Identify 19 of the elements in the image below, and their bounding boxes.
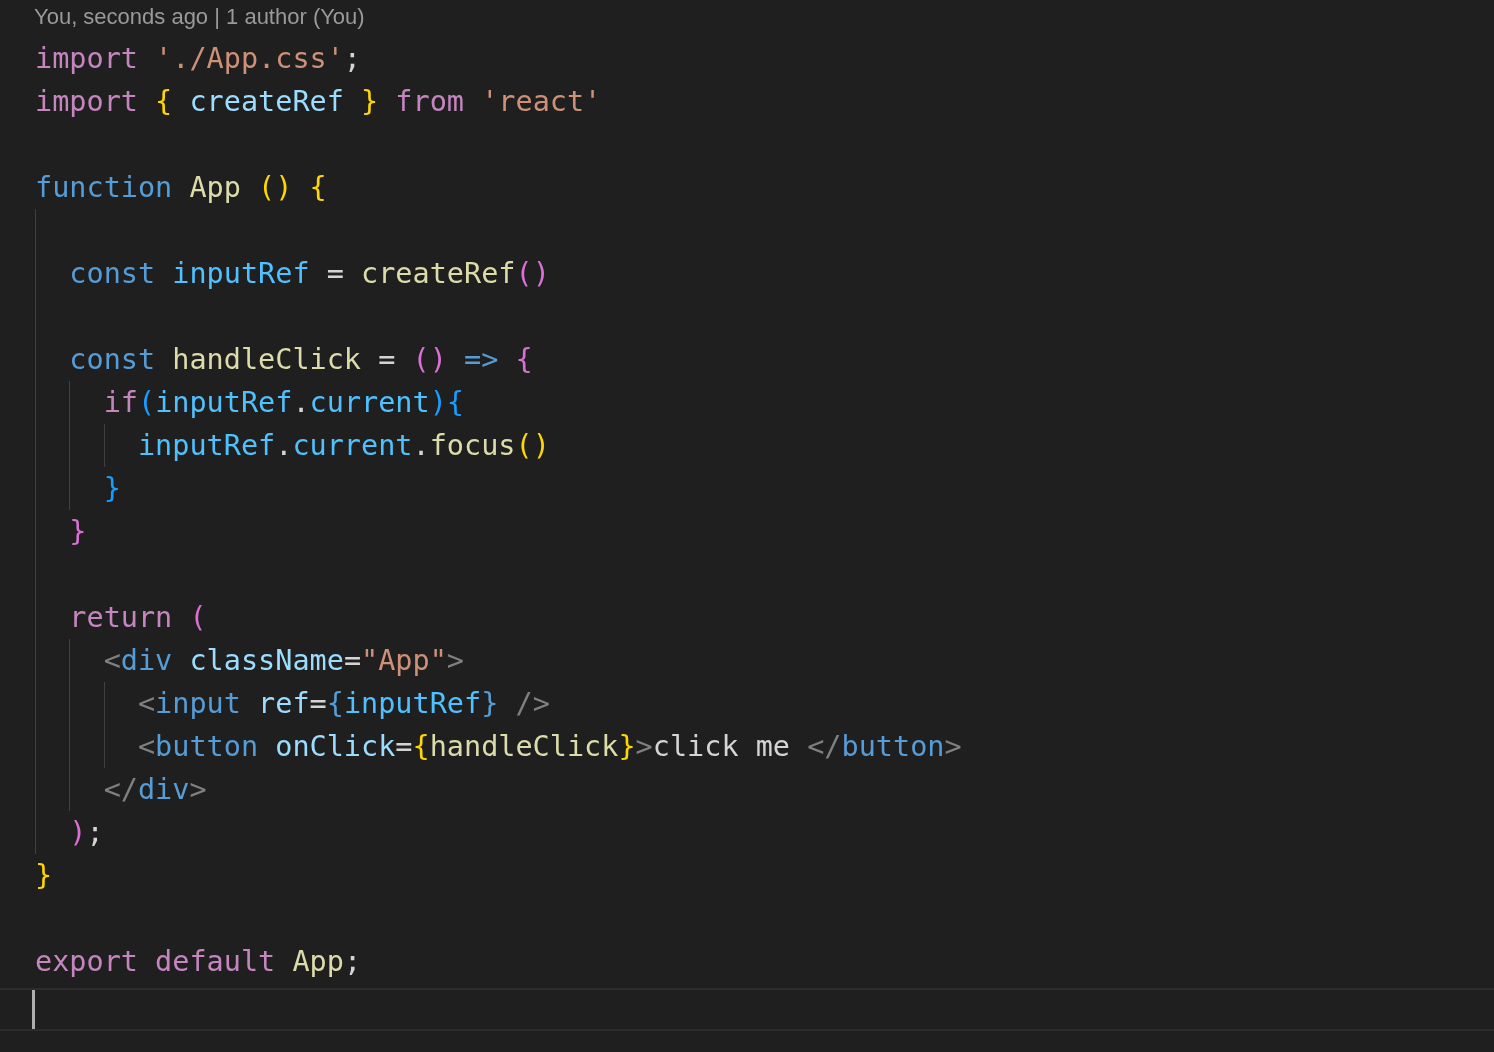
code-line: } xyxy=(102,471,121,507)
code-line: inputRef.current.focus() xyxy=(136,428,550,464)
code-line: function App () { xyxy=(35,170,327,206)
code-line: import './App.css'; xyxy=(35,41,362,77)
code-line: } xyxy=(35,858,53,894)
text-cursor xyxy=(32,990,35,1029)
code-line: <input ref={inputRef} /> xyxy=(136,686,550,722)
code-line: const handleClick = () => { xyxy=(68,342,533,378)
code-line: </div> xyxy=(102,772,207,808)
code-line: if(inputRef.current){ xyxy=(102,385,464,421)
blame-annotation: You, seconds ago | 1 author (You) xyxy=(33,3,366,31)
code-line: const inputRef = createRef() xyxy=(68,256,550,292)
code-line: return ( xyxy=(68,600,207,636)
code-line: export default App; xyxy=(35,944,362,980)
code-line: import { createRef } from 'react' xyxy=(35,84,602,120)
code-line: ); xyxy=(68,815,104,851)
code-line: } xyxy=(68,514,87,550)
code-line: <button onClick={handleClick}>click me </button> xyxy=(136,729,962,765)
code-line: <div className="App"> xyxy=(102,643,464,679)
